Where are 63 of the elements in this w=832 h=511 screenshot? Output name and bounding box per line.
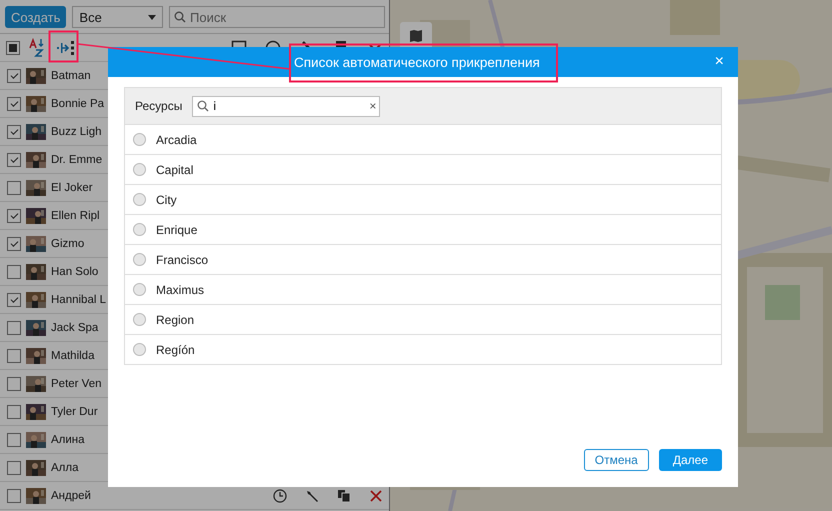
search-field[interactable]: Поиск bbox=[169, 6, 385, 28]
unit-name[interactable]: Dr. Emme bbox=[51, 154, 102, 166]
radio-button[interactable] bbox=[133, 193, 146, 206]
highlight-frame bbox=[48, 30, 78, 62]
unit-name[interactable]: Gizmo bbox=[51, 238, 84, 250]
unit-name[interactable]: Batman bbox=[51, 70, 91, 82]
unit-name[interactable]: Ellen Ripl bbox=[51, 210, 100, 222]
select-all-checkbox[interactable] bbox=[6, 40, 20, 54]
radio-button[interactable] bbox=[133, 133, 146, 146]
resource-name[interactable]: City bbox=[156, 192, 177, 206]
radio-button[interactable] bbox=[133, 163, 146, 176]
checkbox[interactable] bbox=[7, 180, 21, 194]
checkbox[interactable] bbox=[7, 376, 21, 390]
resource-name[interactable]: Arcadia bbox=[156, 132, 197, 146]
clock-icon[interactable] bbox=[273, 488, 287, 502]
resource-name[interactable]: Maximus bbox=[156, 282, 204, 296]
search-icon bbox=[197, 100, 210, 112]
resource-name[interactable]: Regíón bbox=[156, 342, 195, 356]
resource-name[interactable]: Capital bbox=[156, 162, 194, 176]
unit-name[interactable]: Алина bbox=[51, 434, 85, 446]
copy-icon[interactable] bbox=[337, 488, 351, 502]
radio-button[interactable] bbox=[133, 253, 146, 266]
checkbox[interactable] bbox=[7, 488, 21, 502]
unit-name[interactable]: El Joker bbox=[51, 182, 93, 194]
checkbox[interactable] bbox=[7, 404, 21, 418]
filter-dropdown[interactable]: Все bbox=[72, 6, 163, 28]
resource-name[interactable]: Region bbox=[156, 312, 194, 326]
resource-name[interactable]: Francisco bbox=[156, 252, 208, 266]
cancel-button[interactable]: Отмена bbox=[584, 449, 649, 471]
checkbox[interactable] bbox=[7, 460, 21, 474]
radio-button[interactable] bbox=[133, 223, 146, 236]
radio-button[interactable] bbox=[133, 283, 146, 296]
resource-name[interactable]: Enrique bbox=[156, 222, 198, 236]
unit-name[interactable]: Buzz Ligh bbox=[51, 126, 102, 138]
caret-icon bbox=[148, 14, 156, 20]
checkbox[interactable] bbox=[7, 236, 21, 250]
unit-name[interactable]: Tyler Dur bbox=[51, 406, 98, 418]
radio-button[interactable] bbox=[133, 313, 146, 326]
checkbox[interactable] bbox=[7, 96, 21, 110]
unit-name[interactable]: Han Solo bbox=[51, 266, 98, 278]
checkbox[interactable] bbox=[7, 124, 21, 138]
unit-name[interactable]: Mathilda bbox=[51, 350, 94, 362]
filter-label: Ресурсы bbox=[135, 99, 182, 113]
unit-name[interactable]: Андрей bbox=[51, 490, 91, 502]
dialog-title: Список автоматического прикрепления bbox=[294, 54, 541, 70]
checkbox[interactable] bbox=[7, 348, 21, 362]
checkbox[interactable] bbox=[7, 68, 21, 82]
clear-button[interactable]: × bbox=[369, 98, 376, 112]
checkbox[interactable] bbox=[7, 208, 21, 222]
map-icon bbox=[409, 29, 423, 43]
unit-name[interactable]: Bonnie Pa bbox=[51, 98, 104, 110]
checkbox[interactable] bbox=[7, 432, 21, 446]
radio-button[interactable] bbox=[133, 343, 146, 356]
checkbox[interactable] bbox=[7, 292, 21, 306]
unit-name[interactable]: Jack Spa bbox=[51, 322, 98, 334]
checkbox[interactable] bbox=[7, 320, 21, 334]
unit-name[interactable]: Алла bbox=[51, 462, 78, 474]
dropdown-value: Все bbox=[79, 10, 102, 24]
checkbox[interactable] bbox=[7, 152, 21, 166]
unit-name[interactable]: Peter Ven bbox=[51, 378, 102, 390]
search-icon bbox=[174, 11, 186, 23]
unit-name[interactable]: Hannibal L bbox=[51, 294, 106, 306]
checkbox[interactable] bbox=[7, 264, 21, 278]
